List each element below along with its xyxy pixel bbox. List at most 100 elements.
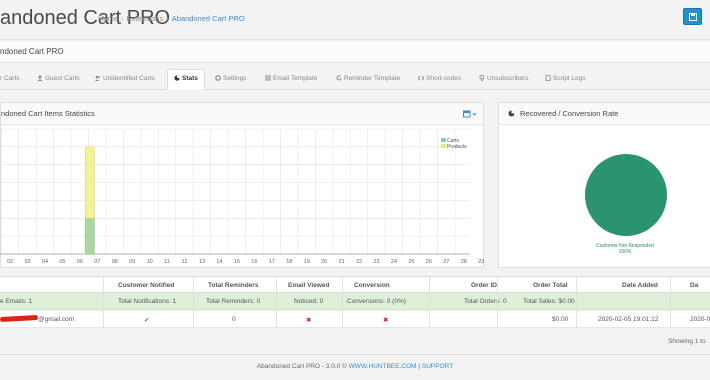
tab-stats[interactable]: Stats	[167, 69, 205, 90]
chart-legend: Carts Products	[441, 138, 467, 150]
list-icon	[265, 75, 271, 80]
footer-divider	[0, 354, 710, 355]
x-tick-label: 13	[198, 259, 206, 265]
pie-slice-percent: 100%	[618, 249, 632, 255]
x-tick-label: 14	[216, 259, 223, 265]
panel-title: ndoned Cart PRO	[0, 47, 64, 56]
x-tick-label: 11	[164, 259, 170, 265]
conversion-pie-chart	[585, 154, 667, 236]
check-icon: ✔	[144, 317, 150, 324]
x-axis-labels: 02 03 04 05 06 07 08 09 10 11 12 13 14 15 16 17 18 19 20 21…	[0, 259, 484, 269]
tab-registered-carts[interactable]: r Carts	[0, 70, 20, 91]
column-header-email-viewed[interactable]: Email Viewed	[288, 282, 329, 289]
column-divider	[342, 276, 343, 328]
column-header-customer-notified[interactable]: Customer Notified	[118, 282, 174, 289]
tab-label: Script Logs	[553, 75, 586, 82]
x-tick-label: 09	[129, 259, 136, 265]
stats-panel-title: ndoned Cart Items Statistics	[1, 109, 95, 118]
conversion-rate-heading: Recovered / Conversion Rate	[499, 103, 710, 125]
tab-label: Settings	[223, 75, 247, 82]
x-tick-label: 22	[356, 259, 363, 265]
table-summary-row: e Emails: 1 Total Notifications: 1 Total…	[0, 293, 710, 310]
breadcrumb-home[interactable]: Home	[98, 14, 118, 23]
column-header-date-modified[interactable]: Da	[690, 282, 698, 289]
tab-label: Reminder Template	[344, 75, 401, 82]
pie-slice-not-responded	[585, 154, 667, 236]
save-button[interactable]	[683, 8, 702, 25]
tab-label: Short-codes	[426, 75, 462, 82]
panel-heading: ndoned Cart PRO	[0, 41, 710, 63]
breadcrumb-separator: ›	[166, 14, 169, 23]
column-header-date-added[interactable]: Date Added	[622, 282, 658, 289]
x-tick-label: 03	[24, 259, 31, 265]
tab-script-logs[interactable]: Script Logs	[545, 70, 586, 91]
pie-chart-icon	[174, 74, 180, 81]
tab-bar: r Carts Guest Carts Unidentified Carts S…	[0, 66, 710, 90]
x-tick-label: 25	[408, 259, 415, 265]
pagination-info: Showing 1 to	[668, 338, 706, 345]
table-header-row: Customer Notified Total Reminders Email …	[0, 276, 710, 293]
tab-label: Stats	[182, 75, 198, 82]
legend-item-products: Products	[441, 144, 467, 150]
file-icon	[545, 74, 551, 81]
summary-noticed: Noticed: 0	[294, 298, 324, 305]
x-tick-label: 18	[286, 259, 293, 265]
x-tick-label: 06	[76, 259, 83, 265]
thumbs-down-icon	[479, 74, 484, 81]
x-tick-label: 07	[94, 259, 101, 265]
legend-swatch	[441, 138, 446, 142]
calendar-dropdown-icon[interactable]	[463, 110, 477, 118]
gears-icon	[215, 74, 221, 81]
x-tick-label: 28	[460, 259, 467, 265]
footer-link-huntbee[interactable]: WWW.HUNTBEE.COM	[349, 363, 417, 370]
tab-unsubscribers[interactable]: Unsubscribers	[479, 70, 529, 91]
tab-label: Guest Carts	[45, 75, 80, 82]
column-divider	[193, 276, 194, 328]
x-tick-label: 24	[390, 259, 398, 265]
breadcrumb-separator: ›	[121, 14, 124, 23]
tab-label: Email Template	[273, 75, 318, 82]
tab-reminder-template[interactable]: Reminder Template	[336, 70, 400, 91]
x-tick-label: 23	[373, 259, 380, 265]
table-row[interactable]: @gmail.com ✔ 0 ✖ ✖ $0.00 2020-02-05 19:0…	[0, 311, 710, 328]
column-header-total-reminders[interactable]: Total Reminders	[208, 282, 258, 289]
footer-copyright: Abandoned Cart PRO - 3.0.0 ©	[256, 363, 347, 370]
users-icon	[95, 75, 101, 81]
tab-label: Unidentified Carts	[103, 75, 155, 82]
x-tick-label: 02	[7, 259, 14, 265]
footer-link-support[interactable]: SUPPORT	[422, 363, 453, 370]
cart-items-bar-chart	[0, 128, 470, 255]
breadcrumb-current[interactable]: Abandoned Cart PRO	[172, 14, 245, 23]
pie-chart-icon	[508, 110, 515, 117]
column-divider	[429, 276, 430, 328]
cell-date-modified: 2020-0	[690, 316, 710, 323]
summary-notifications: Total Notifications: 1	[118, 298, 177, 305]
conversion-rate-title: Recovered / Conversion Rate	[520, 109, 619, 118]
tab-settings[interactable]: Settings	[215, 70, 247, 91]
legend-swatch	[441, 144, 446, 148]
column-header-order-id[interactable]: Order ID	[471, 282, 497, 289]
bar-carts-05	[85, 217, 95, 255]
summary-reminders: Total Reminders: 0	[206, 298, 261, 305]
column-header-order-total[interactable]: Order Total	[533, 282, 568, 289]
cross-icon: ✖	[383, 317, 389, 324]
bar-products-05	[85, 146, 95, 219]
tab-guest-carts[interactable]: Guest Carts	[37, 70, 80, 91]
tab-short-codes[interactable]: Short-codes	[418, 70, 461, 91]
floppy-disk-icon	[689, 13, 697, 21]
pie-slice-label: Customer Not Responded 100%	[560, 243, 690, 255]
column-header-conversion[interactable]: Conversion	[354, 282, 390, 289]
stats-panel-heading: ndoned Cart Items Statistics	[1, 103, 483, 125]
breadcrumb: Home › Extensions › Abandoned Cart PRO	[98, 14, 245, 23]
column-divider	[276, 276, 277, 328]
column-divider	[103, 276, 104, 328]
x-tick-label: 15	[233, 259, 240, 265]
tab-email-template[interactable]: Email Template	[265, 70, 317, 91]
summary-orders: Total Orders: 0	[464, 298, 507, 305]
cell-customer-email: @gmail.com	[38, 316, 75, 323]
tab-unidentified-carts[interactable]: Unidentified Carts	[95, 70, 155, 91]
breadcrumb-extensions[interactable]: Extensions	[127, 14, 164, 23]
x-tick-label: 27	[443, 259, 450, 265]
x-tick-label: 10	[146, 259, 153, 265]
cell-total-reminders: 0	[232, 316, 236, 323]
